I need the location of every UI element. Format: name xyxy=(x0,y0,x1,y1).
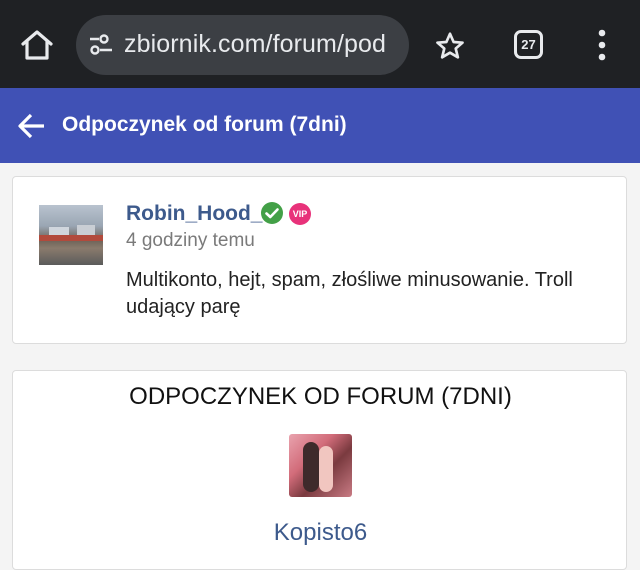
post-body: Multikonto, hejt, spam, złośliwe minusow… xyxy=(126,269,573,318)
post-timestamp: 4 godziny temu xyxy=(126,230,255,251)
address-bar[interactable]: zbiornik.com/forum/pod xyxy=(76,15,409,75)
avatar[interactable] xyxy=(39,205,103,265)
page-title: Odpoczynek od forum (7dni) xyxy=(62,113,347,136)
list-card: ODPOCZYNEK OD FORUM (7DNI) Kopisto6 xyxy=(12,370,627,570)
home-icon[interactable] xyxy=(18,26,56,64)
post-card: Robin_Hood_ VIP 4 godziny temu Multikont… xyxy=(12,176,627,344)
url-text[interactable]: zbiornik.com/forum/pod xyxy=(124,30,386,59)
arrow-back-icon[interactable] xyxy=(16,110,48,142)
vip-badge: VIP xyxy=(289,203,311,225)
tune-icon[interactable] xyxy=(88,34,114,56)
user-avatar[interactable] xyxy=(289,434,352,497)
list-title: ODPOCZYNEK OD FORUM (7DNI) xyxy=(129,383,512,410)
post-username[interactable]: Robin_Hood_ xyxy=(126,202,263,226)
tab-switcher-icon[interactable]: 27 xyxy=(514,30,543,59)
browser-toolbar: zbiornik.com/forum/pod 27 xyxy=(0,0,640,88)
list-user-link[interactable]: Kopisto6 xyxy=(13,519,628,547)
more-vert-icon[interactable] xyxy=(594,28,610,62)
verified-icon xyxy=(260,201,284,225)
star-icon[interactable] xyxy=(434,30,466,62)
app-header: Odpoczynek od forum (7dni) xyxy=(0,88,640,163)
